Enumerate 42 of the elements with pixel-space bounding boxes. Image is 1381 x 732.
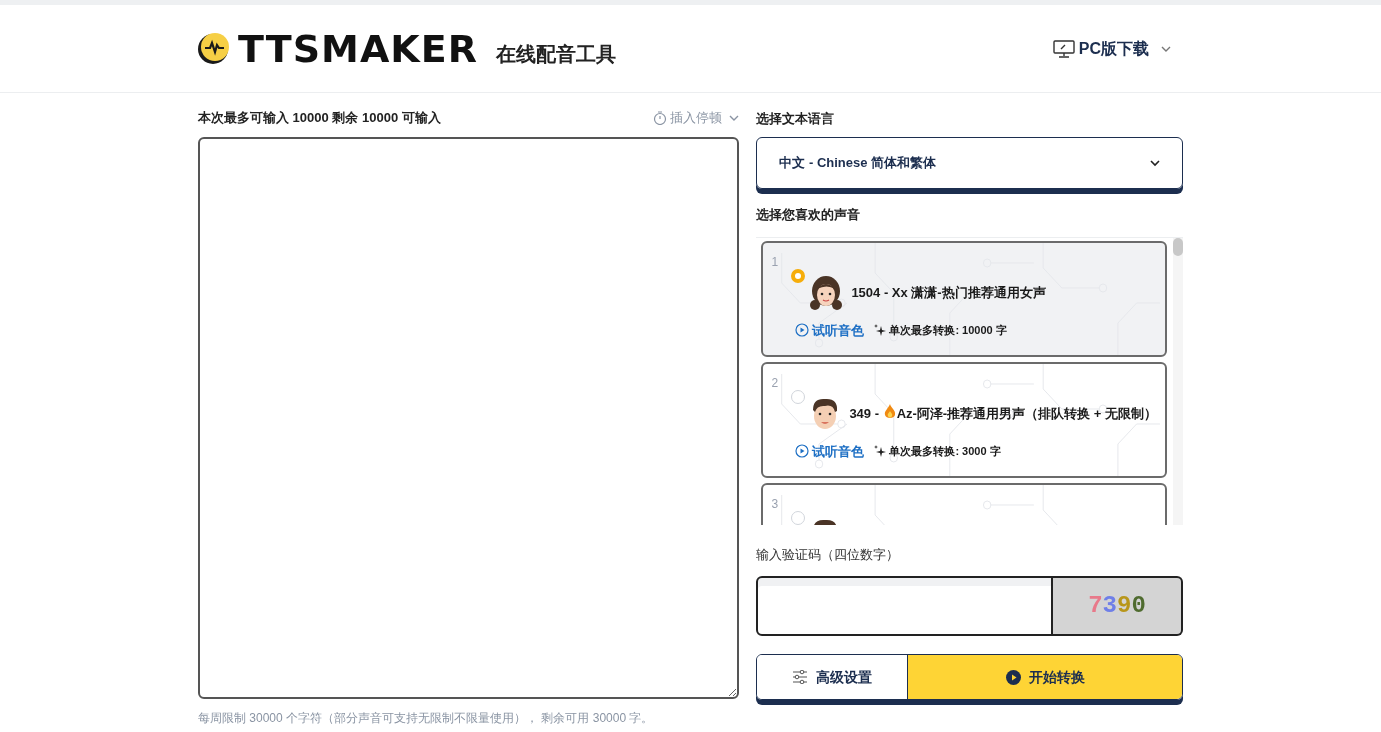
radio-button[interactable] bbox=[791, 268, 806, 283]
sparkle-icon bbox=[874, 324, 887, 337]
max-characters: 单次最多转换: 3000 字 bbox=[889, 444, 1001, 459]
sparkle-icon bbox=[874, 445, 887, 458]
listen-button[interactable]: 试听音色 bbox=[795, 320, 865, 340]
captcha-label: 输入验证码（四位数字） bbox=[756, 545, 901, 564]
flame-icon bbox=[883, 403, 896, 420]
chevron-down-icon bbox=[1161, 44, 1171, 53]
advanced-settings-button[interactable]: 高级设置 bbox=[757, 655, 909, 699]
woman-avatar-icon bbox=[809, 274, 844, 311]
logo-text: TTSMAKER bbox=[238, 29, 478, 68]
monitor-icon bbox=[1052, 39, 1075, 58]
chevron-down-icon bbox=[729, 114, 740, 122]
voice-index: 3 bbox=[771, 496, 779, 511]
voice-card[interactable]: 2 349 - Az-阿泽-推荐通用男声（排队转换 + 无限制） 试听音色 单次最多转换: 3000 字 bbox=[761, 361, 1167, 478]
voice-index: 2 bbox=[771, 375, 779, 390]
logo-icon bbox=[198, 31, 232, 66]
listen-button[interactable]: 试听音色 bbox=[795, 441, 865, 461]
start-conversion-button[interactable]: 开始转换 bbox=[908, 655, 1182, 699]
radio-button[interactable] bbox=[791, 510, 806, 525]
play-icon bbox=[795, 444, 810, 459]
text-input-area[interactable] bbox=[198, 137, 740, 699]
voice-title: 349 - Az-阿泽-推荐通用男声（排队转换 + 无限制） bbox=[849, 403, 1157, 423]
captcha-input[interactable] bbox=[756, 576, 1053, 636]
chevron-down-icon bbox=[1150, 159, 1160, 167]
voice-label: 选择您喜欢的声音 bbox=[756, 206, 862, 224]
max-characters: 单次最多转换: 10000 字 bbox=[889, 323, 1007, 338]
play-icon bbox=[795, 323, 810, 338]
voice-card[interactable]: 1 1504 - Xx 潇潇-热门推荐通用女声 试听音色 单次最多转换: 10000 字 bbox=[761, 240, 1167, 357]
input-limit-text: 本次最多可输入 10000 剩余 10000 可输入 bbox=[198, 109, 441, 128]
captcha-image: 7390 bbox=[1053, 576, 1183, 636]
play-icon bbox=[1005, 669, 1021, 685]
voice-index: 1 bbox=[771, 254, 779, 269]
voice-title: 1504 - Xx 潇潇-热门推荐通用女声 bbox=[851, 283, 1046, 302]
sliders-icon bbox=[792, 670, 809, 684]
download-button[interactable]: PC版下载 bbox=[1052, 36, 1171, 61]
language-label: 选择文本语言 bbox=[756, 110, 836, 127]
radio-button[interactable] bbox=[791, 389, 806, 404]
site-subtitle: 在线配音工具 bbox=[496, 41, 616, 67]
weekly-limit-note: 每周限制 30000 个字符（部分声音可支持无限制不限量使用）， 剩余可用 30000 字。 bbox=[198, 710, 655, 727]
timer-icon bbox=[653, 111, 668, 125]
scrollbar-thumb[interactable] bbox=[1173, 237, 1183, 256]
